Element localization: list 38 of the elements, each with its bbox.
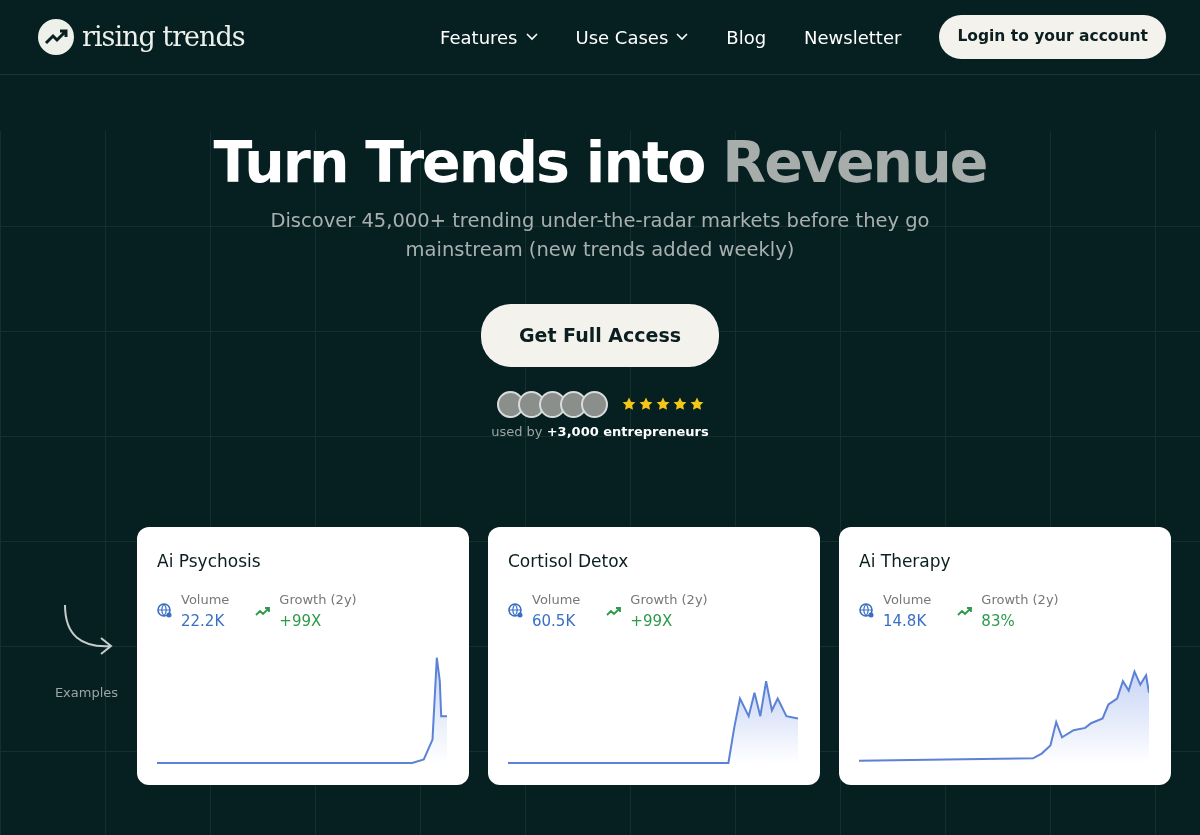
- star-icon: [621, 397, 636, 412]
- stat-label: Growth (2y): [981, 591, 1059, 610]
- hero-title: Turn Trends into Revenue: [212, 131, 988, 194]
- chevron-down-icon: [676, 33, 689, 41]
- star-icon: [672, 397, 687, 412]
- star-icon: [689, 397, 704, 412]
- globe-icon: [157, 603, 173, 620]
- brand-name: rising trends: [82, 19, 245, 54]
- stat-value: 14.8K: [883, 610, 928, 632]
- stat-value: +99X: [279, 610, 323, 632]
- usage-text: used by +3,000 entrepreneurs: [491, 422, 709, 441]
- stat-value: 83%: [981, 610, 1016, 632]
- avatar: [580, 390, 608, 418]
- nav-link[interactable]: Blog: [726, 23, 767, 51]
- stat-label: Volume: [532, 591, 581, 610]
- logo-icon: [38, 19, 74, 55]
- stat-value: 22.2K: [181, 610, 226, 632]
- card-title: Cortisol Detox: [508, 549, 630, 573]
- star-icon: [638, 397, 653, 412]
- login-button[interactable]: Login to your account: [939, 15, 1166, 59]
- stat-label: Volume: [883, 591, 932, 610]
- nav-link[interactable]: Features: [440, 23, 538, 51]
- get-access-button[interactable]: Get Full Access: [480, 304, 720, 367]
- stat-value: 60.5K: [532, 610, 577, 632]
- examples-label: Examples: [54, 683, 119, 702]
- chevron-down-icon: [525, 33, 538, 41]
- stat-label: Volume: [181, 591, 230, 610]
- stat-label: Growth (2y): [630, 591, 708, 610]
- stat-value: +99X: [630, 610, 674, 632]
- nav-link[interactable]: Use Cases: [575, 23, 689, 51]
- card-title: Ai Therapy: [859, 549, 952, 573]
- card-title: Ai Psychosis: [157, 549, 262, 573]
- star-icon: [655, 397, 670, 412]
- globe-icon: [508, 603, 524, 620]
- globe-icon: [859, 603, 875, 620]
- hero-subtitle: Discover 45,000+ trending under-the-radar markets before they go mainstream (new trends added weekly): [269, 207, 931, 263]
- nav-link[interactable]: Newsletter: [804, 23, 902, 51]
- stat-label: Growth (2y): [279, 591, 357, 610]
